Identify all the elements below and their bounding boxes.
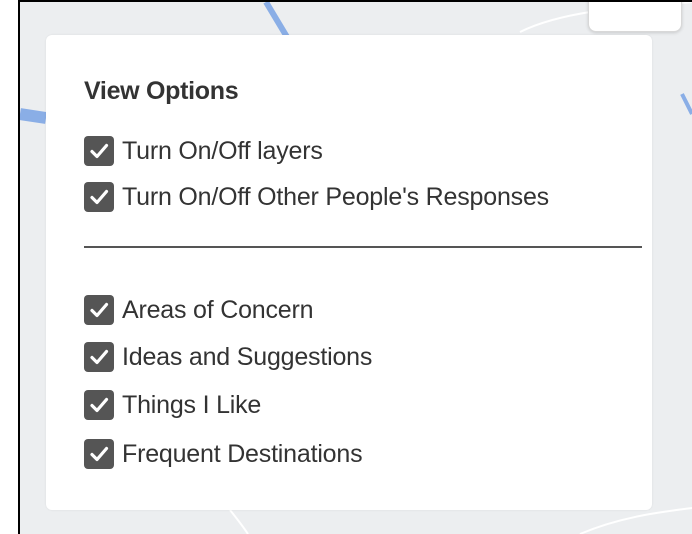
checkbox-things-i-like[interactable] [84,390,114,420]
map-road-blue-left [20,108,47,124]
option-label: Frequent Destinations [122,440,363,468]
map-street-bottom-right [579,507,692,534]
checkbox-other-peoples-responses[interactable] [84,182,114,212]
checkmark-icon [90,143,109,159]
checkbox-frequent-destinations[interactable] [84,439,114,469]
option-label: Ideas and Suggestions [122,343,373,371]
option-label: Areas of Concern [122,296,314,324]
checkbox-areas-of-concern[interactable] [84,295,114,325]
option-label: Turn On/Off Other People's Responses [122,183,549,211]
checkmark-icon [90,189,109,205]
view-options-panel: View Options Turn On/Off layers Turn On/… [46,35,652,510]
option-frequent-destinations[interactable]: Frequent Destinations [84,438,363,470]
map-street-bottom [229,509,249,534]
option-label: Turn On/Off layers [122,137,323,165]
divider [84,246,642,248]
checkmark-icon [90,302,109,318]
map-view[interactable]: View Options Turn On/Off layers Turn On/… [18,0,692,534]
option-areas-of-concern[interactable]: Areas of Concern [84,294,314,326]
map-road-blue-right [680,93,692,115]
panel-title: View Options [84,77,239,105]
checkmark-icon [90,397,109,413]
checkbox-ideas-and-suggestions[interactable] [84,342,114,372]
option-turn-on-off-layers[interactable]: Turn On/Off layers [84,135,323,167]
checkmark-icon [90,349,109,365]
option-other-peoples-responses[interactable]: Turn On/Off Other People's Responses [84,181,549,213]
checkmark-icon [90,446,109,462]
map-control-button[interactable] [588,2,682,32]
option-things-i-like[interactable]: Things I Like [84,389,261,421]
option-label: Things I Like [122,391,262,419]
option-ideas-and-suggestions[interactable]: Ideas and Suggestions [84,341,372,373]
checkbox-turn-on-off-layers[interactable] [84,136,114,166]
